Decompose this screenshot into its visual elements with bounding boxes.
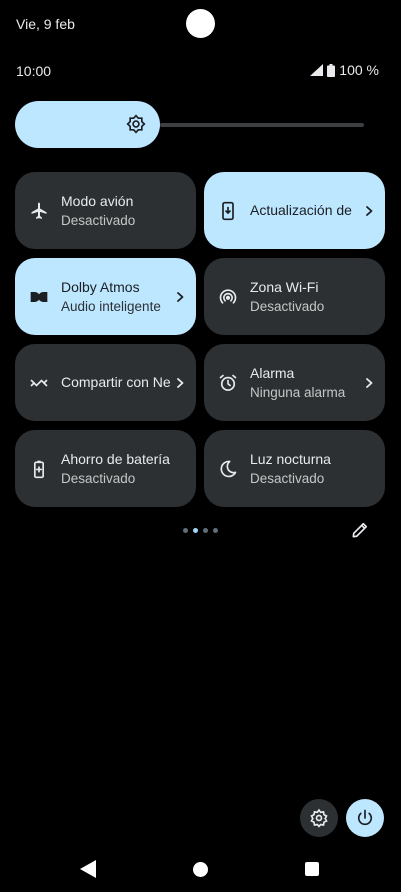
alarm-icon [218, 373, 238, 393]
page-dot-active [193, 528, 198, 533]
battery-icon [327, 63, 336, 77]
tile-status: Ninguna alarma [250, 384, 346, 400]
signal-icon [310, 64, 324, 76]
page-dot [183, 528, 188, 533]
chevron-right-icon [177, 377, 184, 388]
power-button[interactable] [346, 799, 384, 837]
tile-label: Alarma [250, 364, 295, 381]
camera-cutout [186, 9, 215, 38]
tile-label: Compartir con Nearby [61, 374, 170, 390]
nearby-share-icon [29, 373, 49, 393]
chevron-right-icon [366, 377, 373, 388]
page-indicator [183, 528, 218, 533]
clock: 10:00 [16, 63, 52, 79]
status-icons: 100 % [310, 62, 379, 78]
tile-status: Audio inteligente [61, 298, 161, 314]
tile-label: Actualización de [250, 202, 352, 218]
tile-label: Luz nocturna [250, 450, 331, 467]
chevron-right-icon [366, 205, 373, 216]
chevron-right-icon [177, 291, 184, 302]
tile-airplane[interactable]: Modo avión Desactivado [15, 172, 196, 249]
tile-text: Ahorro de batería Desactivado [61, 450, 186, 488]
gear-icon [310, 808, 328, 828]
tile-hotspot[interactable]: Zona Wi-Fi Desactivado [204, 258, 385, 335]
tile-dolby[interactable]: Dolby Atmos Audio inteligente [15, 258, 196, 335]
hotspot-icon [218, 287, 238, 307]
tile-text: Compartir con Nearby [61, 373, 170, 392]
tile-text: Zona Wi-Fi Desactivado [250, 278, 375, 316]
tile-status: Desactivado [250, 298, 325, 314]
tile-night-light[interactable]: Luz nocturna Desactivado [204, 430, 385, 507]
brightness-icon [126, 114, 146, 134]
night-light-icon [218, 459, 238, 479]
tile-label: Zona Wi-Fi [250, 278, 319, 295]
system-update-icon [218, 201, 238, 221]
quick-settings-screen: Vie, 9 feb 10:00 100 % Modo avión Desacti… [0, 0, 401, 892]
brightness-slider-track[interactable] [160, 123, 364, 127]
date-label: Vie, 9 feb [16, 16, 75, 32]
tile-text: Modo avión Desactivado [61, 192, 186, 230]
tile-text: Luz nocturna Desactivado [250, 450, 375, 488]
page-dot [213, 528, 218, 533]
tile-label: Ahorro de batería [61, 450, 170, 467]
dolby-icon [29, 287, 49, 307]
battery-saver-icon [29, 459, 49, 479]
nav-recents-button[interactable] [305, 862, 319, 876]
tile-nearby-share[interactable]: Compartir con Nearby [15, 344, 196, 421]
tile-text: Dolby Atmos Audio inteligente [61, 278, 170, 316]
settings-button[interactable] [300, 799, 338, 837]
power-icon [357, 809, 373, 826]
tile-label: Modo avión [61, 192, 134, 209]
tile-status: Desactivado [250, 470, 325, 486]
nav-back-button[interactable] [80, 860, 96, 878]
airplane-icon [29, 201, 49, 221]
tile-battery-saver[interactable]: Ahorro de batería Desactivado [15, 430, 196, 507]
tile-status: Desactivado [61, 212, 136, 228]
nav-home-button[interactable] [193, 862, 208, 877]
tile-text: Actualización de [250, 201, 359, 220]
tile-system-update[interactable]: Actualización de [204, 172, 385, 249]
tile-alarm[interactable]: Alarma Ninguna alarma [204, 344, 385, 421]
tile-label: Dolby Atmos [61, 278, 140, 295]
page-dot [203, 528, 208, 533]
tile-text: Alarma Ninguna alarma [250, 364, 359, 402]
battery-percent: 100 % [339, 62, 379, 78]
tile-status: Desactivado [61, 470, 136, 486]
edit-pencil-icon[interactable] [350, 520, 370, 540]
